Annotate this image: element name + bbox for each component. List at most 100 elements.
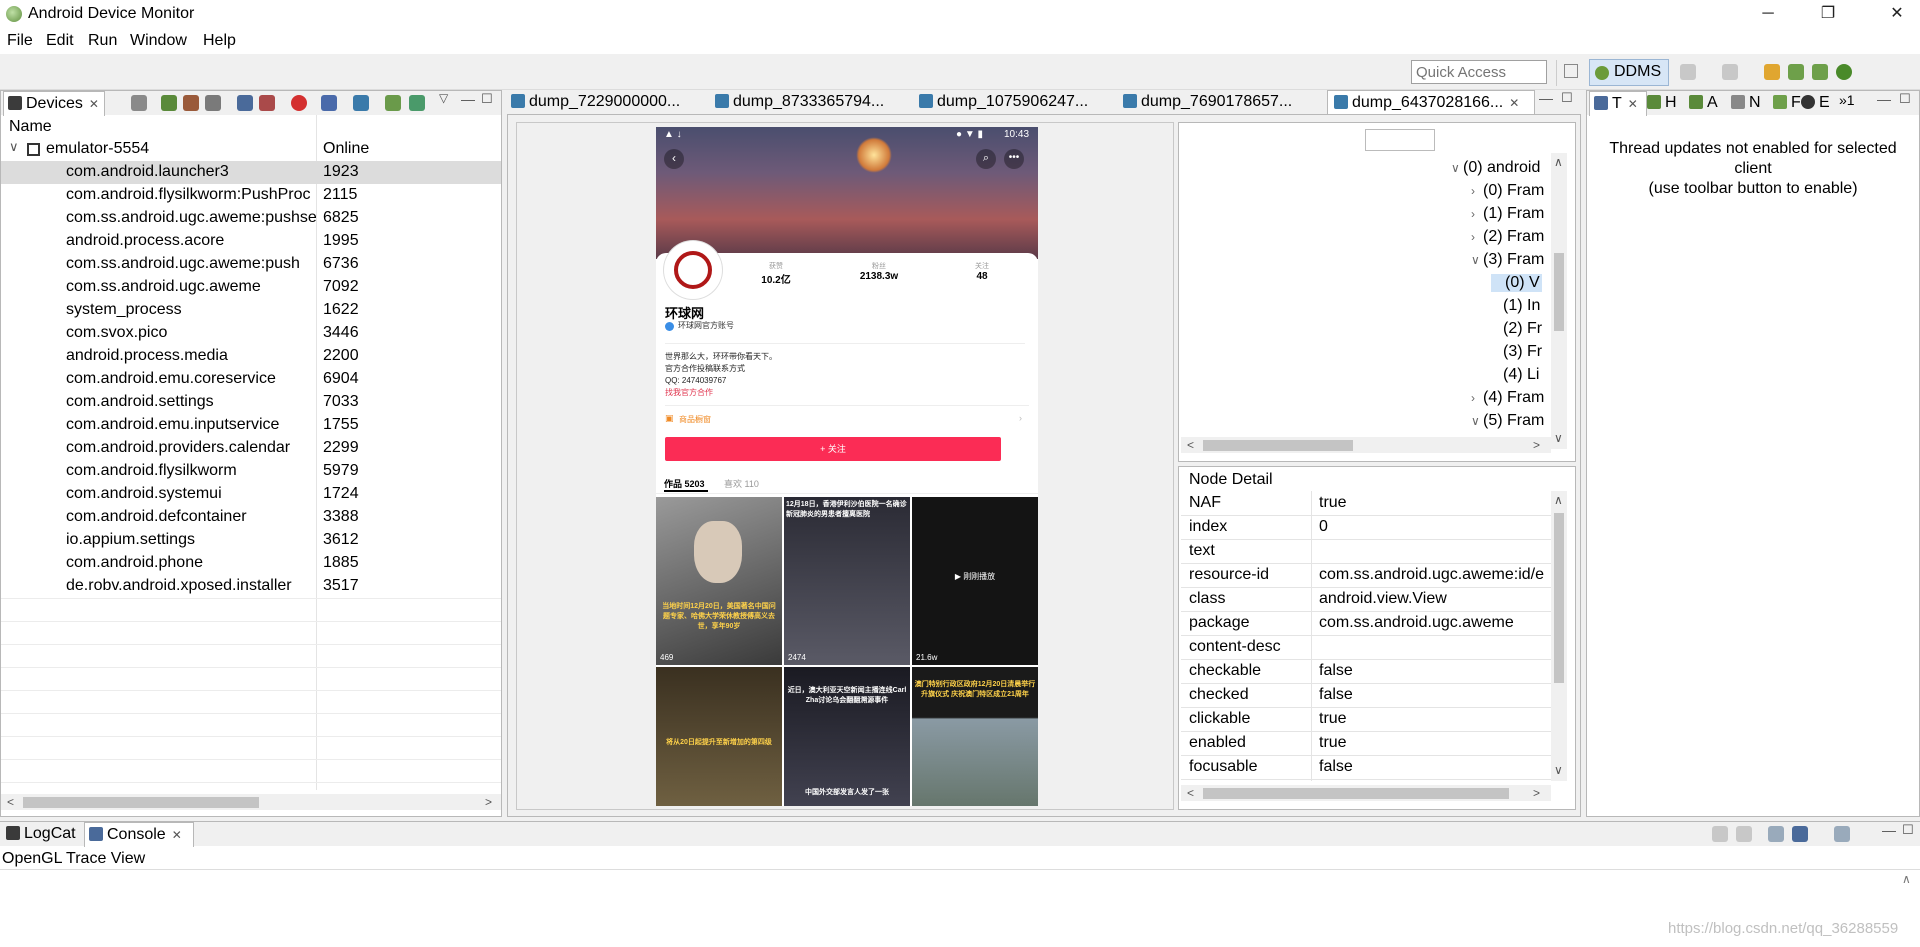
open-perspective-icon[interactable] [1564, 64, 1578, 78]
node-detail-row[interactable]: clickable true [1181, 707, 1551, 732]
process-row[interactable]: com.ss.android.ugc.aweme:pushse 6825 [1, 207, 501, 230]
tree-node[interactable]: ∨ (3) Fram [1471, 251, 1544, 269]
view-menu-icon[interactable]: ▽ [439, 91, 448, 105]
phone-screenshot[interactable]: ▲ ↓ 10:43 ● ▼ ▮ ‹ ⌕ ••• 获赞 10.2亿 粉丝 2138… [656, 127, 1038, 806]
scroll-left-icon[interactable]: < [7, 795, 14, 809]
thread-update-icon[interactable] [237, 95, 253, 111]
tree-vscrollbar[interactable]: ∧ ∨ [1551, 153, 1567, 449]
chevron-right-icon[interactable]: › [1471, 207, 1483, 221]
menu-file[interactable]: File [7, 32, 33, 50]
tab-heap[interactable]: H [1647, 91, 1677, 115]
process-row[interactable]: com.android.launcher3 1923 [1, 161, 501, 184]
process-row[interactable]: com.android.flysilkworm 5979 [1, 460, 501, 483]
open-console-icon[interactable] [1834, 826, 1850, 842]
chevron-right-icon[interactable]: › [1471, 230, 1483, 244]
scroll-up-icon[interactable]: ∧ [1902, 872, 1911, 886]
stop-process-icon[interactable] [291, 95, 307, 111]
toolbar-icon-4[interactable] [1788, 64, 1804, 80]
chevron-right-icon[interactable]: › [1471, 184, 1483, 198]
more-icon[interactable]: ••• [1004, 149, 1024, 169]
scroll-down-icon[interactable]: ∨ [1554, 431, 1563, 445]
menu-help[interactable]: Help [203, 32, 236, 50]
tab-file-explorer[interactable]: F [1773, 91, 1801, 115]
process-row[interactable]: com.android.phone 1885 [1, 552, 501, 575]
tree-node[interactable]: (2) Fr [1491, 320, 1542, 338]
process-row[interactable]: com.android.emu.coreservice 6904 [1, 368, 501, 391]
close-icon[interactable]: ✕ [1509, 96, 1519, 110]
tree-node[interactable]: (0) V [1491, 274, 1542, 292]
tree-filter-input[interactable] [1365, 129, 1435, 151]
tree-node[interactable]: › (0) Fram [1471, 182, 1544, 200]
dump-hprof-icon[interactable] [183, 95, 199, 111]
search-icon[interactable]: ⌕ [976, 149, 996, 169]
restore-button[interactable]: ❐ [1805, 0, 1851, 30]
debug-icon[interactable] [131, 95, 147, 111]
scroll-thumb[interactable] [1203, 788, 1509, 799]
tree-node[interactable]: › (2) Fram [1471, 228, 1544, 246]
tab-console[interactable]: Console ✕ [84, 822, 194, 847]
follow-button[interactable]: + 关注 [665, 437, 1001, 461]
scroll-left-icon[interactable]: < [1187, 438, 1194, 452]
scroll-up-icon[interactable]: ∧ [1554, 155, 1563, 169]
menu-window[interactable]: Window [130, 32, 187, 50]
close-icon[interactable]: ✕ [172, 828, 182, 842]
toolbar-icon-2[interactable] [1722, 64, 1738, 80]
node-detail-vscrollbar[interactable]: ∧ ∨ [1551, 491, 1567, 781]
toolbar-icon-5[interactable] [1812, 64, 1828, 80]
process-row[interactable]: com.android.defcontainer 3388 [1, 506, 501, 529]
scroll-right-icon[interactable]: > [1533, 786, 1540, 800]
tab-likes[interactable]: 喜欢 110 [724, 477, 759, 490]
video-thumb-3[interactable]: ▶ 刚刚播放 21.6w [912, 497, 1038, 665]
opengl-trace-icon[interactable] [409, 95, 425, 111]
process-row[interactable]: android.process.acore 1995 [1, 230, 501, 253]
scroll-thumb[interactable] [1203, 440, 1353, 451]
process-row[interactable]: com.svox.pico 3446 [1, 322, 501, 345]
process-row[interactable]: com.android.flysilkworm:PushProc 2115 [1, 184, 501, 207]
avatar[interactable] [664, 241, 722, 299]
tab-dump-4[interactable]: dump_7690178657... [1123, 90, 1323, 114]
tab-dump-2[interactable]: dump_8733365794... [715, 90, 915, 114]
minimize-view-icon[interactable]: — [1539, 90, 1553, 106]
scroll-left-icon[interactable]: < [1187, 786, 1194, 800]
tab-dump-5[interactable]: dump_6437028166... ✕ [1327, 90, 1535, 115]
pin-console-icon[interactable] [1768, 826, 1784, 842]
minimize-view-icon[interactable]: — [461, 91, 475, 107]
process-row[interactable]: com.ss.android.ugc.aweme 7092 [1, 276, 501, 299]
heap-update-icon[interactable] [161, 95, 177, 111]
node-detail-row[interactable]: resource-id com.ss.android.ugc.aweme:id/e [1181, 563, 1551, 588]
method-profiling-icon[interactable] [259, 95, 275, 111]
close-button[interactable]: ✕ [1874, 0, 1920, 30]
node-detail-row[interactable]: index 0 [1181, 515, 1551, 540]
node-detail-row[interactable]: focusable false [1181, 755, 1551, 780]
tab-dump-1[interactable]: dump_7229000000... [511, 90, 711, 114]
tree-hscrollbar[interactable]: < > [1181, 437, 1551, 453]
stat-following[interactable]: 关注 48 [932, 261, 1032, 282]
node-detail-row[interactable]: checked false [1181, 683, 1551, 708]
tab-network[interactable]: N [1731, 91, 1761, 115]
scroll-up-icon[interactable]: ∧ [1554, 493, 1563, 507]
menu-edit[interactable]: Edit [46, 32, 74, 50]
back-icon[interactable]: ‹ [664, 149, 684, 169]
minimize-view-icon[interactable]: — [1882, 822, 1896, 838]
tab-logcat[interactable]: LogCat [2, 822, 86, 846]
toolbar-icon-3[interactable] [1764, 64, 1780, 80]
minimize-button[interactable]: ─ [1745, 0, 1791, 30]
quick-access-input[interactable] [1411, 60, 1547, 84]
chevron-down-icon[interactable]: ∨ [1451, 161, 1463, 175]
node-detail-row[interactable]: enabled true [1181, 731, 1551, 756]
node-detail-row[interactable]: content-desc [1181, 635, 1551, 660]
node-detail-row[interactable]: package com.ss.android.ugc.aweme [1181, 611, 1551, 636]
process-row[interactable]: com.ss.android.ugc.aweme:push 6736 [1, 253, 501, 276]
video-thumb-4[interactable]: 将从20日起提升至新增加的第四级 [656, 667, 782, 806]
display-console-icon[interactable] [1792, 826, 1808, 842]
tab-works[interactable]: 作品 5203 [664, 477, 705, 490]
tree-node[interactable]: › (1) Fram [1471, 205, 1544, 223]
toolbar-icon-1[interactable] [1680, 64, 1696, 80]
chevron-down-icon[interactable]: ∨ [9, 139, 19, 155]
column-header-name[interactable]: Name [9, 118, 52, 136]
chevron-down-icon[interactable]: ∨ [1471, 414, 1483, 428]
screen-capture-icon[interactable] [321, 95, 337, 111]
devices-hscrollbar[interactable]: < > [1, 794, 501, 810]
tab-threads[interactable]: T ✕ [1589, 91, 1647, 116]
node-detail-row[interactable]: checkable false [1181, 659, 1551, 684]
